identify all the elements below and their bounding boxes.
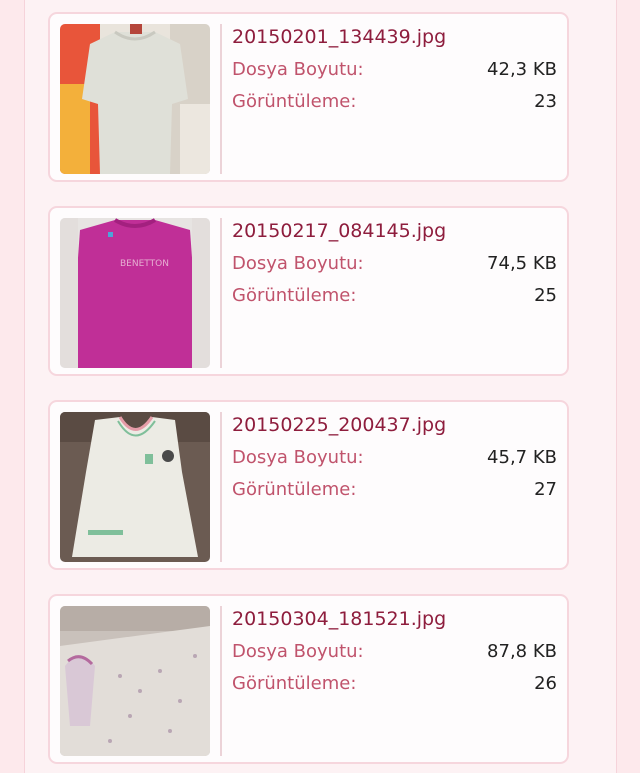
- page: 20150201_134439.jpg Dosya Boyutu: 42,3 K…: [0, 0, 640, 773]
- file-size-row: Dosya Boyutu: 45,7 KB: [232, 447, 557, 473]
- divider: [220, 412, 222, 562]
- file-size-label: Dosya Boyutu:: [232, 641, 364, 662]
- view-count-row: Görüntüleme: 23: [232, 91, 557, 117]
- gallery-item[interactable]: BENETTON 20150217_084145.jpg Dosya Boyut…: [48, 206, 569, 376]
- view-count-label: Görüntüleme:: [232, 91, 357, 112]
- file-size-value: 45,7 KB: [487, 447, 557, 468]
- file-name-link[interactable]: 20150217_084145.jpg: [232, 220, 446, 242]
- view-count-row: Görüntüleme: 26: [232, 673, 557, 699]
- file-name-link[interactable]: 20150225_200437.jpg: [232, 414, 446, 436]
- thumbnail-image[interactable]: [60, 24, 210, 174]
- view-count-value: 23: [534, 91, 557, 112]
- view-count-value: 25: [534, 285, 557, 306]
- file-size-value: 74,5 KB: [487, 253, 557, 274]
- view-count-value: 26: [534, 673, 557, 694]
- view-count-label: Görüntüleme:: [232, 285, 357, 306]
- file-size-row: Dosya Boyutu: 74,5 KB: [232, 253, 557, 279]
- gallery-item[interactable]: 20150225_200437.jpg Dosya Boyutu: 45,7 K…: [48, 400, 569, 570]
- view-count-label: Görüntüleme:: [232, 479, 357, 500]
- file-size-row: Dosya Boyutu: 87,8 KB: [232, 641, 557, 667]
- thumbnail-image[interactable]: BENETTON: [60, 218, 210, 368]
- file-size-value: 42,3 KB: [487, 59, 557, 80]
- file-size-row: Dosya Boyutu: 42,3 KB: [232, 59, 557, 85]
- thumbnail-image[interactable]: [60, 606, 210, 756]
- divider: [220, 218, 222, 368]
- file-name-link[interactable]: 20150201_134439.jpg: [232, 26, 446, 48]
- file-name-link[interactable]: 20150304_181521.jpg: [232, 608, 446, 630]
- divider: [220, 606, 222, 756]
- gallery-item[interactable]: 20150304_181521.jpg Dosya Boyutu: 87,8 K…: [48, 594, 569, 764]
- view-count-row: Görüntüleme: 27: [232, 479, 557, 505]
- view-count-label: Görüntüleme:: [232, 673, 357, 694]
- file-size-label: Dosya Boyutu:: [232, 59, 364, 80]
- divider: [220, 24, 222, 174]
- file-size-value: 87,8 KB: [487, 641, 557, 662]
- view-count-value: 27: [534, 479, 557, 500]
- thumbnail-image[interactable]: [60, 412, 210, 562]
- file-size-label: Dosya Boyutu:: [232, 447, 364, 468]
- file-size-label: Dosya Boyutu:: [232, 253, 364, 274]
- view-count-row: Görüntüleme: 25: [232, 285, 557, 311]
- thumbnail-print-text: BENETTON: [120, 259, 169, 269]
- gallery-item[interactable]: 20150201_134439.jpg Dosya Boyutu: 42,3 K…: [48, 12, 569, 182]
